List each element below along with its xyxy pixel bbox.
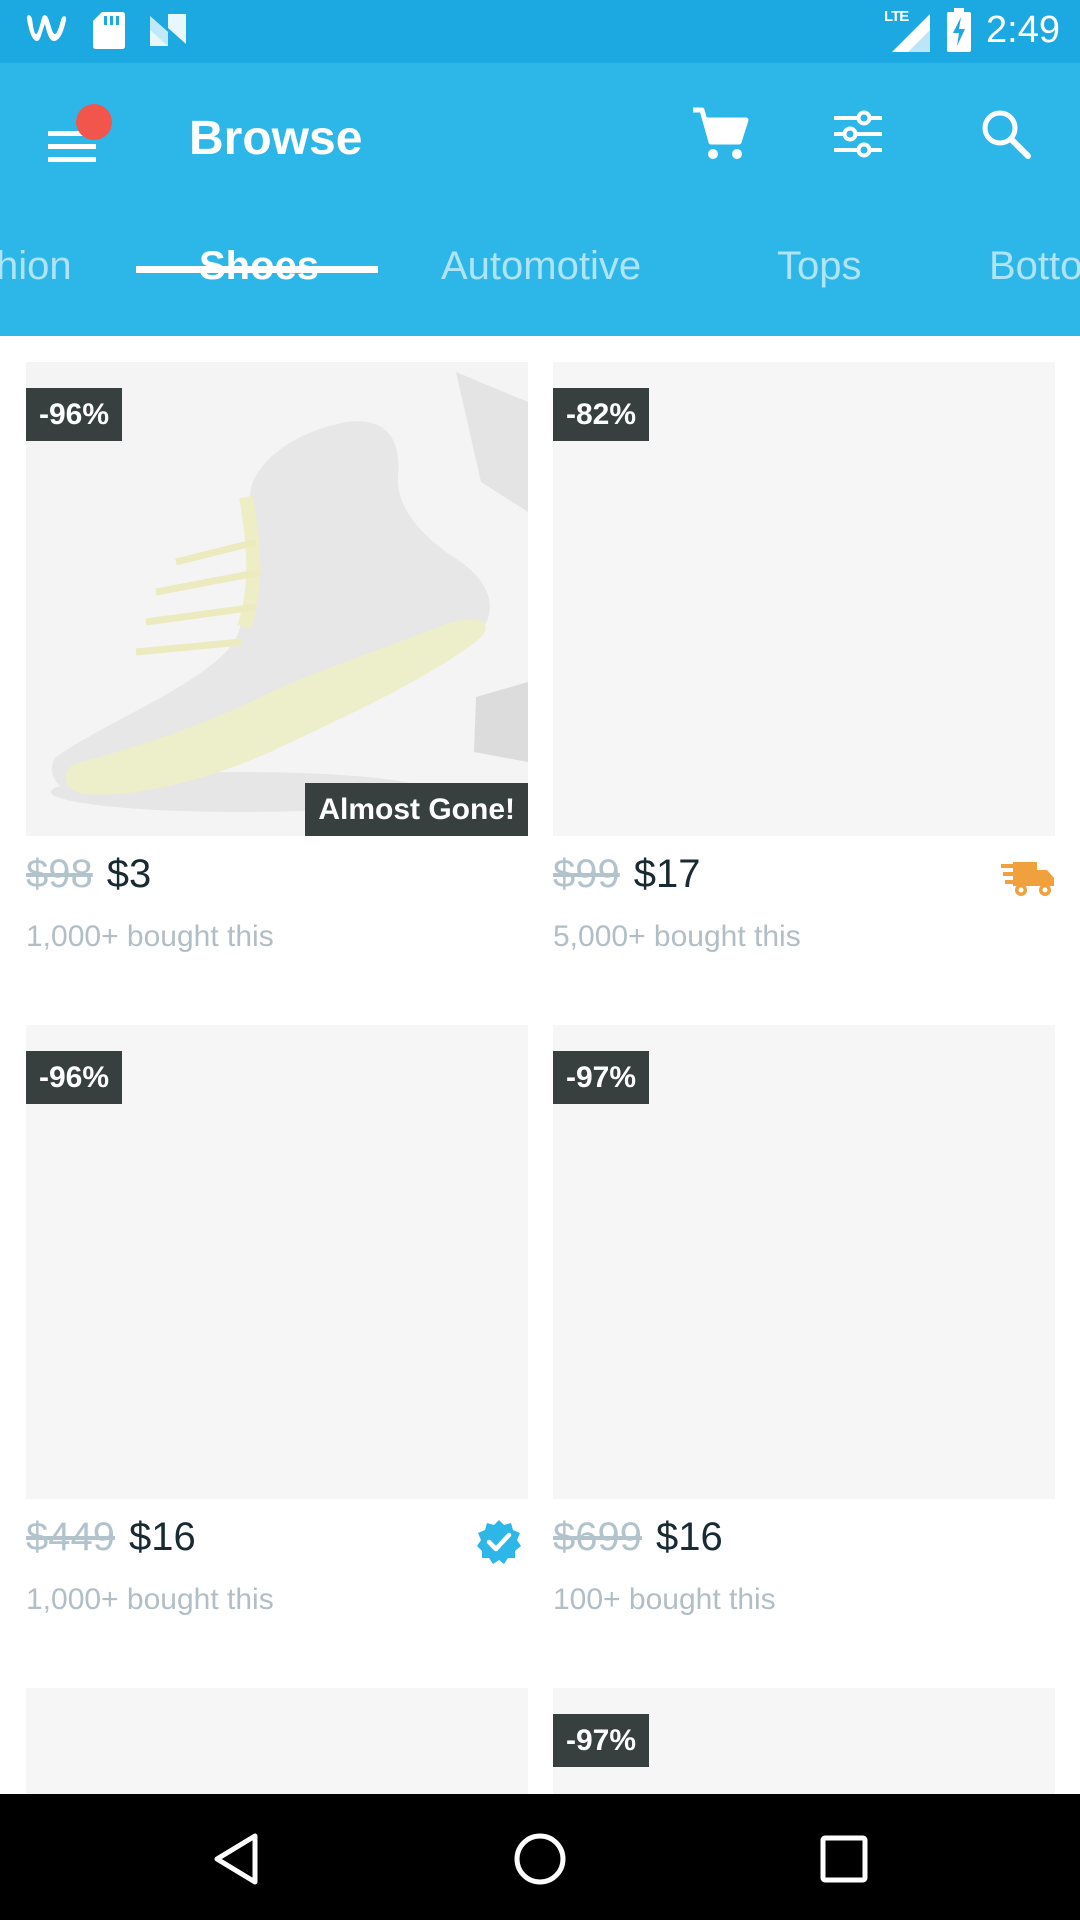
recents-icon [820, 1835, 868, 1883]
product-card[interactable]: -96% $449 $16 1,000+ bought this [26, 1025, 528, 1625]
wish-logo-icon [24, 10, 70, 50]
system-nav-bar [0, 1794, 1080, 1920]
product-image[interactable]: -97% [553, 1688, 1055, 1794]
filter-icon [834, 110, 882, 158]
price-row: $99 $17 [553, 852, 701, 908]
discount-badge: -82% [553, 388, 650, 441]
sale-price: $16 [128, 1515, 196, 1559]
discount-badge: -96% [26, 1051, 123, 1104]
discount-badge: -97% [553, 1051, 650, 1104]
tab-tops[interactable]: Tops [777, 244, 862, 289]
search-icon [982, 110, 1031, 159]
bought-count: 100+ bought this [553, 1583, 776, 1616]
app-bar: Browse hion Shoes Automotive Tops Botto [0, 63, 1080, 336]
cart-icon [693, 107, 749, 159]
status-left-icons [24, 10, 188, 50]
original-price: $99 [553, 852, 620, 896]
product-image[interactable]: -96% [26, 1025, 528, 1499]
home-button[interactable] [508, 1827, 572, 1891]
bought-count: 5,000+ bought this [553, 920, 801, 953]
bought-count: 1,000+ bought this [26, 920, 274, 953]
product-image[interactable]: -96% Almost Gone! [26, 362, 528, 836]
discount-badge: -96% [26, 388, 123, 441]
fast-shipping-truck-icon [1001, 858, 1055, 898]
sd-card-icon [92, 10, 126, 50]
discount-badge: -97% [553, 1714, 650, 1767]
price-row: $98 $3 [26, 852, 151, 908]
bought-count: 1,000+ bought this [26, 1583, 274, 1616]
product-card[interactable]: -97% $699 $16 100+ bought this [553, 1025, 1055, 1625]
search-button[interactable] [971, 99, 1041, 169]
battery-charging-icon [946, 8, 972, 52]
original-price: $449 [26, 1515, 115, 1559]
tab-fashion[interactable]: hion [0, 244, 72, 289]
tab-bottoms[interactable]: Botto [989, 244, 1080, 289]
back-icon [214, 1833, 258, 1885]
lte-signal-icon: LTE [884, 6, 932, 54]
product-image[interactable]: -82% [553, 362, 1055, 836]
category-tabs: hion Shoes Automotive Tops Botto [0, 220, 1080, 336]
n-logo-icon [148, 10, 188, 50]
home-icon [514, 1833, 566, 1885]
back-button[interactable] [204, 1827, 268, 1891]
almost-gone-tag: Almost Gone! [305, 783, 528, 836]
product-card[interactable]: -96% Almost Gone! $98 $3 1,000+ bought t… [26, 362, 528, 962]
price-row: $699 $16 [553, 1515, 723, 1571]
original-price: $699 [553, 1515, 642, 1559]
filter-button[interactable] [823, 99, 893, 169]
price-row: $449 $16 [26, 1515, 196, 1571]
product-image[interactable]: -97% [553, 1025, 1055, 1499]
status-right: LTE 2:49 [884, 6, 1060, 54]
sale-price: $16 [655, 1515, 723, 1559]
recents-button[interactable] [812, 1827, 876, 1891]
product-card[interactable]: -97% [553, 1688, 1055, 1794]
active-tab-indicator [136, 266, 378, 273]
product-image[interactable] [26, 1688, 528, 1794]
notification-dot [76, 104, 112, 140]
cart-button[interactable] [684, 99, 754, 169]
sale-price: $3 [106, 852, 152, 896]
product-card[interactable]: -82% $99 $17 5,000+ bought this [553, 362, 1055, 962]
tab-automotive[interactable]: Automotive [441, 244, 641, 289]
sale-price: $17 [633, 852, 701, 896]
original-price: $98 [26, 852, 93, 896]
product-card[interactable] [26, 1688, 528, 1794]
status-bar: LTE 2:49 [0, 0, 1080, 63]
page-title: Browse [189, 112, 363, 165]
clock: 2:49 [986, 8, 1060, 51]
verified-badge-icon [476, 1519, 522, 1565]
